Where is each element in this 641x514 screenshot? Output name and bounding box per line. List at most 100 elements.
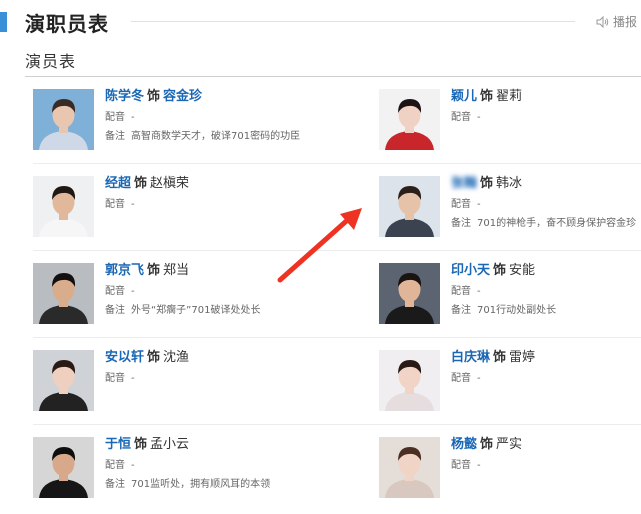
actor-name-link[interactable]: 陈学冬: [105, 89, 144, 104]
cast-card: 白庆琳饰雷婷配音 -: [379, 338, 641, 425]
note-line: 备注 高智商数学天才，破译701密码的功臣: [105, 130, 300, 144]
dub-line: 配音 -: [451, 459, 522, 473]
as-word: 饰: [493, 350, 507, 365]
cast-info: 陈学冬饰容金珍配音 - 备注 高智商数学天才，破译701密码的功臣: [105, 88, 300, 144]
dub-value: -: [477, 112, 481, 123]
actor-photo[interactable]: [33, 263, 94, 324]
as-word: 饰: [147, 89, 161, 104]
dub-label: 配音: [451, 460, 471, 471]
name-line: 颖儿饰翟莉: [451, 88, 522, 106]
actor-name-link[interactable]: 于恒: [105, 437, 131, 452]
cast-info: 于恒饰孟小云 配音 - 备注 701监听处，拥有顺风耳的本领: [105, 436, 270, 492]
cast-card: 张翰饰韩冰 配音 - 备注 701的神枪手，奋不顾身保护容金珍: [379, 164, 641, 251]
note-label: 备注: [105, 479, 125, 490]
actor-name-link[interactable]: 安以轩: [105, 350, 144, 365]
actor-name-link[interactable]: 杨懿: [451, 437, 477, 452]
actor-photo[interactable]: [33, 176, 94, 237]
dub-line: 配音 -: [451, 111, 522, 125]
dub-line: 配音 -: [105, 285, 260, 299]
name-line: 白庆琳饰雷婷: [451, 349, 535, 367]
title-divider: [131, 21, 575, 22]
cast-card: 安以轩饰沈渔 配音 -: [33, 338, 333, 425]
dub-line: 配音 -: [105, 111, 300, 125]
dub-line: 配音 -: [105, 459, 270, 473]
dub-line: 配音 -: [105, 372, 189, 386]
page-title: 演职员表: [25, 12, 109, 36]
cast-row: 郭京飞饰郑当 配音 - 备注 外号“郑瘸子”701破译处处长 印小天饰安能 配音 - 备注 701…: [0, 251, 641, 338]
cast-row: 陈学冬饰容金珍 配音 - 备注 高智商数学天才，破译701密码的功臣 颖儿饰翟莉 配音 -: [0, 77, 641, 164]
as-word: 饰: [134, 176, 148, 191]
dub-line: 配音 -: [451, 285, 556, 299]
dub-value: -: [131, 199, 135, 210]
note-line: 备注 701行动处副处长: [451, 304, 556, 318]
as-word: 饰: [147, 263, 161, 278]
note-value: 701监听处，拥有顺风耳的本领: [131, 479, 271, 490]
name-line: 经超饰赵槇荣: [105, 175, 189, 193]
cast-card: 杨懿饰严实 配音 -: [379, 425, 641, 512]
dub-line: 配音 -: [451, 372, 535, 386]
actor-photo[interactable]: [33, 350, 94, 411]
role-name: 严实: [496, 437, 523, 452]
note-value: 701行动处副处长: [477, 305, 557, 316]
cast-card: 颖儿饰翟莉配音 -: [379, 77, 641, 164]
note-label: 备注: [451, 218, 471, 229]
cast-info: 白庆琳饰雷婷配音 -: [451, 349, 535, 386]
name-line: 印小天饰安能: [451, 262, 556, 280]
dub-value: -: [131, 460, 135, 471]
dub-label: 配音: [105, 112, 125, 123]
note-value: 外号“郑瘸子”701破译处处长: [131, 305, 261, 316]
cast-info: 经超饰赵槇荣配音 -: [105, 175, 189, 212]
note-value: 701的神枪手，奋不顾身保护容金珍: [477, 218, 637, 229]
dub-label: 配音: [451, 199, 471, 210]
dub-value: -: [477, 460, 481, 471]
actor-name-link[interactable]: 印小天: [451, 263, 490, 278]
cast-info: 杨懿饰严实 配音 -: [451, 436, 522, 473]
actor-name-link[interactable]: 郭京飞: [105, 263, 144, 278]
note-line: 备注 701的神枪手，奋不顾身保护容金珍: [451, 217, 636, 231]
cast-row: 于恒饰孟小云 配音 - 备注 701监听处，拥有顺风耳的本领 杨懿饰严实 配音 -: [0, 425, 641, 512]
play-audio-button[interactable]: 播报: [596, 13, 637, 30]
dub-label: 配音: [451, 112, 471, 123]
dub-label: 配音: [451, 286, 471, 297]
actor-name-link[interactable]: 颖儿: [451, 89, 477, 104]
cast-row: 安以轩饰沈渔 配音 - 白庆琳饰雷婷 配音 -: [0, 338, 641, 425]
role-name[interactable]: 容金珍: [163, 89, 202, 104]
cast-card: 印小天饰安能配音 - 备注 701行动处副处长: [379, 251, 641, 338]
actor-photo[interactable]: [379, 89, 440, 150]
cast-card: 陈学冬饰容金珍配音 - 备注 高智商数学天才，破译701密码的功臣: [33, 77, 333, 164]
cast-info: 印小天饰安能配音 - 备注 701行动处副处长: [451, 262, 556, 318]
cast-subtitle: 演员表: [25, 52, 77, 71]
actor-photo[interactable]: [33, 89, 94, 150]
actor-name-link[interactable]: 经超: [105, 176, 131, 191]
dub-label: 配音: [105, 373, 125, 384]
name-line: 陈学冬饰容金珍: [105, 88, 300, 106]
actor-photo[interactable]: [379, 437, 440, 498]
note-value: 高智商数学天才，破译701密码的功臣: [131, 131, 301, 142]
cast-info: 郭京飞饰郑当 配音 - 备注 外号“郑瘸子”701破译处处长: [105, 262, 260, 318]
role-name: 郑当: [163, 263, 190, 278]
role-name: 雷婷: [509, 350, 536, 365]
role-name: 赵槇荣: [150, 176, 190, 191]
actor-photo[interactable]: [379, 176, 440, 237]
cast-card: 经超饰赵槇荣配音 -: [33, 164, 333, 251]
actor-photo[interactable]: [379, 350, 440, 411]
actor-photo[interactable]: [33, 437, 94, 498]
dub-label: 配音: [451, 373, 471, 384]
as-word: 饰: [480, 89, 494, 104]
dub-value: -: [131, 286, 135, 297]
name-line: 郭京飞饰郑当: [105, 262, 260, 280]
dub-line: 配音 -: [451, 198, 636, 212]
as-word: 饰: [480, 176, 494, 191]
note-label: 备注: [105, 305, 125, 316]
role-name: 韩冰: [496, 176, 523, 191]
dub-line: 配音 -: [105, 198, 189, 212]
dub-label: 配音: [105, 286, 125, 297]
section-accent-bar: [0, 12, 7, 32]
actor-name-link[interactable]: 张翰: [451, 176, 477, 191]
name-line: 张翰饰韩冰: [451, 175, 636, 193]
actor-photo[interactable]: [379, 263, 440, 324]
note-line: 备注 外号“郑瘸子”701破译处处长: [105, 304, 260, 318]
actor-name-link[interactable]: 白庆琳: [451, 350, 490, 365]
dub-value: -: [477, 199, 481, 210]
role-name: 沈渔: [163, 350, 190, 365]
